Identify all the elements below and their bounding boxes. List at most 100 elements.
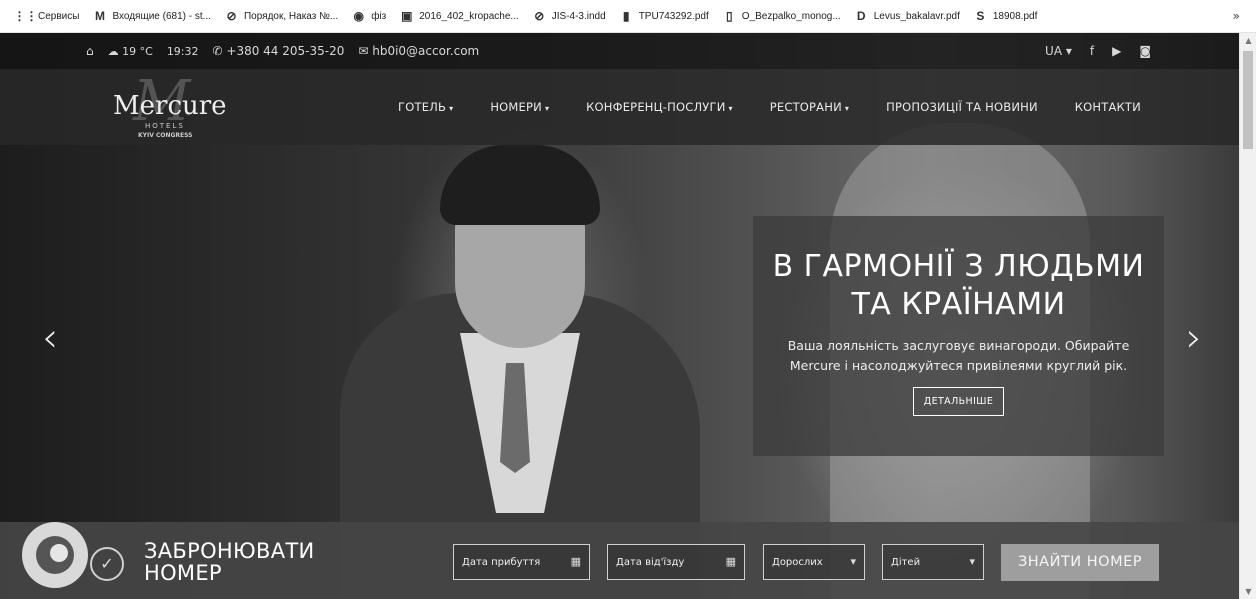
menu-item-restaurants[interactable]: РЕСТОРАНИ ▾ (770, 100, 849, 114)
top-info-bar: ⌂ ☁ 19 °C 19:32 ✆ +380 44 205-35-20 ✉ hb… (0, 33, 1239, 69)
language-selector[interactable]: UA ▾ (1045, 44, 1072, 58)
globe-icon: ⊘ (534, 9, 545, 23)
menu-item-label: НОМЕРИ (490, 100, 542, 114)
booking-title-line2: НОМЕР (144, 561, 222, 585)
find-room-button[interactable]: ЗНАЙТИ НОМЕР (1001, 544, 1159, 581)
bookmark-services[interactable]: ⋮⋮ Сервисы (13, 9, 80, 24)
image-icon: ▣ (401, 9, 413, 23)
bookmark-label: Сервисы (38, 10, 80, 22)
promo-text-line1: Ваша лояльність заслуговує винагороди. О… (787, 338, 1130, 353)
phone-number: +380 44 205-35-20 (226, 44, 345, 58)
chat-widget-icon[interactable] (22, 522, 88, 588)
more-bookmarks-button[interactable]: » (1233, 9, 1240, 23)
departure-date-placeholder: Дата від'їзду (616, 556, 685, 568)
menu-item-offers[interactable]: ПРОПОЗИЦІЇ ТА НОВИНИ (886, 100, 1038, 114)
calendar-icon: ▦ (725, 555, 736, 568)
main-nav: M Mercure HOTELS KYIV CONGRESS ГОТЕЛЬ ▾ Н… (0, 69, 1239, 145)
bookmark-tpu[interactable]: ▮ TPU743292.pdf (619, 9, 709, 24)
chevron-down-icon: ▾ (728, 104, 733, 113)
booking-bar: ✓ ЗАБРОНЮВАТИ НОМЕР Дата прибуття ▦ Дата… (0, 522, 1239, 599)
menu-item-contacts[interactable]: КОНТАКТИ (1075, 100, 1141, 114)
bookmark-label: TPU743292.pdf (638, 10, 709, 22)
departure-date-field[interactable]: Дата від'їзду ▦ (607, 544, 745, 580)
bookmarks-bar: ⋮⋮ Сервисы M Входящие (681) - st... ⊘ Поряд… (0, 0, 1256, 33)
bookmark-bezpalko[interactable]: ▯ O_Bezpalko_monog... (722, 9, 841, 24)
slider-prev-arrow[interactable]: ‹ (42, 315, 58, 361)
instagram-icon[interactable]: ◙ (1139, 44, 1151, 58)
adults-select-value: Дорослих (772, 556, 823, 568)
chevron-down-icon: ▾ (449, 104, 454, 113)
bookmark-fiz[interactable]: ◉ фіз (351, 9, 386, 24)
bookmark-jis[interactable]: ⊘ JIS-4-3.indd (532, 9, 606, 24)
document-icon: ▮ (622, 9, 630, 23)
bookmark-label: 18908.pdf (992, 10, 1038, 22)
promo-title-line1: В ГАРМОНІЇ З ЛЮДЬМИ (772, 249, 1145, 284)
file-icon: ▯ (725, 9, 733, 23)
menu-item-label: КОНТАКТИ (1074, 100, 1141, 114)
chevron-down-icon: ▾ (544, 104, 550, 113)
bookmark-label: JIS-4-3.indd (551, 10, 606, 22)
check-icon: ✓ (90, 547, 124, 581)
slider-next-arrow[interactable]: › (1186, 315, 1202, 361)
bookmark-label: фіз (371, 10, 387, 22)
bookmark-label: Levus_bakalavr.pdf (873, 10, 960, 22)
promo-text-line2: Mercure і насолоджуйтеся привілеями круг… (789, 358, 1128, 373)
adults-select[interactable]: Дорослих ▾ (763, 544, 865, 580)
calendar-icon: ▦ (570, 555, 581, 568)
menu-item-label: ПРОПОЗИЦІЇ ТА НОВИНИ (886, 100, 1038, 114)
arrival-date-field[interactable]: Дата прибуття ▦ (453, 544, 590, 580)
bookmark-order[interactable]: ⊘ Порядок, Наказ №... (224, 9, 338, 24)
scrollbar-thumb[interactable] (1243, 51, 1253, 149)
mercure-logo[interactable]: M Mercure HOTELS KYIV CONGRESS (113, 69, 233, 139)
menu-item-label: РЕСТОРАНИ (769, 100, 842, 114)
logo-location: KYIV CONGRESS (138, 132, 193, 139)
weather-text: ☁ 19 °C (107, 44, 153, 58)
children-select[interactable]: Дітей ▾ (882, 544, 984, 580)
chevron-down-icon: ▾ (844, 104, 850, 113)
phone-link[interactable]: ✆ +380 44 205-35-20 (213, 44, 345, 58)
globe-icon: ⊘ (226, 9, 237, 23)
bookmark-18908[interactable]: S 18908.pdf (973, 9, 1038, 24)
bookmark-label: Входящие (681) - st... (112, 10, 211, 22)
local-time: 19:32 (166, 44, 199, 58)
menu-item-rooms[interactable]: НОМЕРИ ▾ (490, 100, 549, 114)
menu-item-label: ГОТЕЛЬ (398, 100, 447, 114)
promo-title: В ГАРМОНІЇ З ЛЮДЬМИ ТА КРАЇНАМИ (753, 248, 1164, 324)
email-address: hb0i0@accor.com (372, 44, 480, 58)
scribd-icon: S (976, 9, 985, 23)
bookmark-levus[interactable]: D Levus_bakalavr.pdf (854, 9, 960, 24)
promo-text: Ваша лояльність заслуговує винагороди. О… (753, 336, 1164, 376)
chat-widget-dot (50, 544, 68, 562)
scroll-up-arrow[interactable]: ▲ (1240, 33, 1256, 48)
logo-word: Mercure (113, 91, 227, 121)
bookmark-kropache[interactable]: ▣ 2016_402_kropache... (399, 9, 519, 24)
menu-item-hotel[interactable]: ГОТЕЛЬ ▾ (398, 100, 453, 114)
booking-title: ЗАБРОНЮВАТИ НОМЕР (144, 540, 315, 584)
details-button[interactable]: ДЕТАЛЬНІШЕ (912, 387, 1005, 416)
children-select-value: Дітей (891, 556, 921, 568)
pdf-icon: D (856, 9, 866, 23)
youtube-icon[interactable]: ▶ (1112, 44, 1121, 58)
site-icon: ◉ (353, 9, 364, 23)
browser-page: ⋮⋮ Сервисы M Входящие (681) - st... ⊘ Поряд… (0, 0, 1256, 599)
menu-item-conference[interactable]: КОНФЕРЕНЦ-ПОСЛУГИ ▾ (586, 100, 733, 114)
scroll-down-arrow[interactable]: ▼ (1240, 584, 1256, 599)
promo-title-line2: ТА КРАЇНАМИ (851, 287, 1066, 322)
chevron-down-icon: ▾ (969, 555, 975, 568)
facebook-icon[interactable]: f (1090, 44, 1094, 58)
gmail-icon: M (94, 9, 105, 23)
promo-box: В ГАРМОНІЇ З ЛЮДЬМИ ТА КРАЇНАМИ Ваша лоя… (753, 216, 1164, 456)
apps-grid-icon: ⋮⋮ (13, 9, 38, 23)
home-icon[interactable]: ⌂ (86, 44, 94, 58)
menu-item-label: КОНФЕРЕНЦ-ПОСЛУГИ (586, 100, 726, 114)
booking-title-line1: ЗАБРОНЮВАТИ (144, 539, 315, 563)
bookmark-label: 2016_402_kropache... (419, 10, 519, 22)
page-scrollbar[interactable]: ▲ ▼ (1239, 33, 1256, 599)
bookmark-inbox[interactable]: M Входящие (681) - st... (92, 9, 211, 24)
email-link[interactable]: ✉ hb0i0@accor.com (358, 44, 479, 58)
chevron-down-icon: ▾ (850, 555, 856, 568)
menu: ГОТЕЛЬ ▾ НОМЕРИ ▾ КОНФЕРЕНЦ-ПОСЛУГИ ▾ РЕСТО… (398, 69, 1178, 145)
arrival-date-placeholder: Дата прибуття (462, 556, 541, 568)
bookmark-label: O_Bezpalko_monog... (741, 10, 841, 22)
bookmark-label: Порядок, Наказ №... (243, 10, 339, 22)
